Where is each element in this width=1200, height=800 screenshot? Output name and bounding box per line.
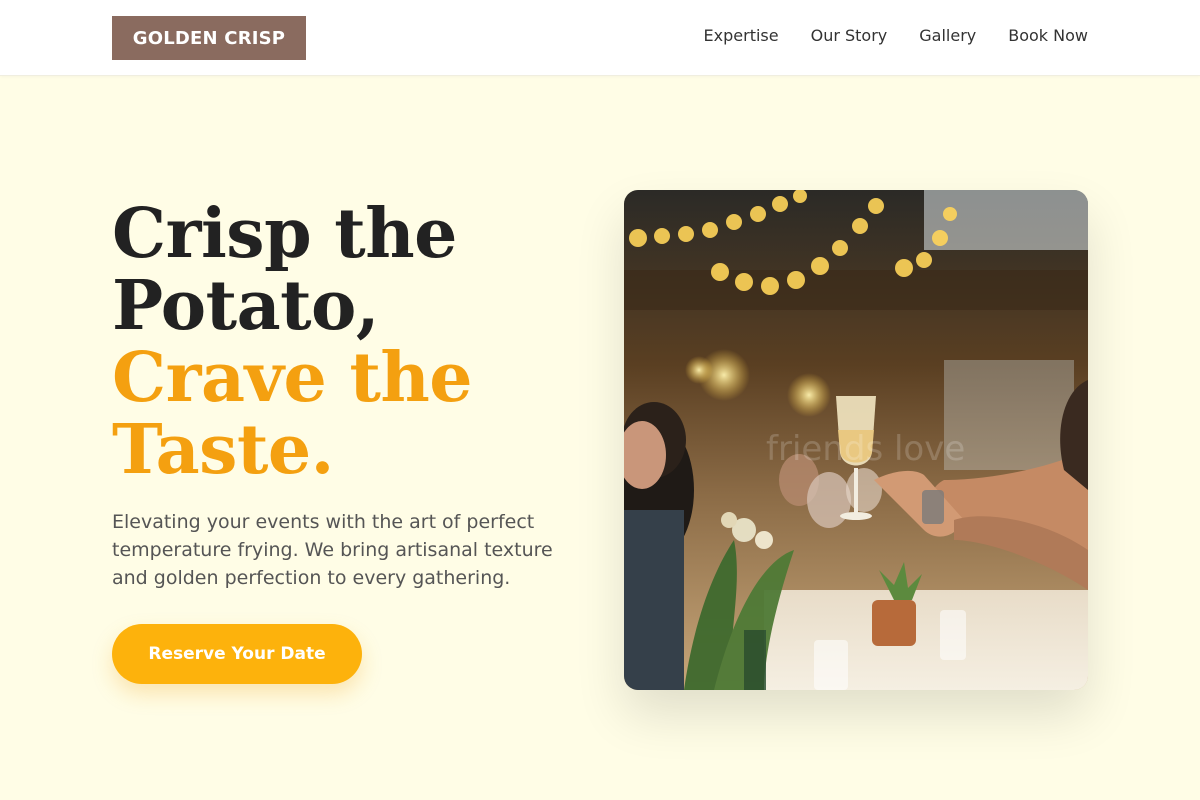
site-header: GOLDEN CRISP Expertise Our Story Gallery… xyxy=(0,0,1200,76)
hero-photo: friends love xyxy=(624,190,1088,690)
hero-title-line-1: Crisp the xyxy=(112,194,457,274)
reserve-date-button[interactable]: Reserve Your Date xyxy=(112,624,362,684)
hero-description: Elevating your events with the art of pe… xyxy=(112,511,553,589)
image-watermark: friends love xyxy=(766,429,965,469)
hero-title-accent-line-2: Taste. xyxy=(112,410,334,490)
nav-book-now[interactable]: Book Now xyxy=(1008,26,1088,45)
hero-title-accent-line-1: Crave the xyxy=(112,338,473,418)
main-nav: Expertise Our Story Gallery Book Now xyxy=(704,26,1088,45)
hero-title-line-2: Potato, xyxy=(112,266,380,346)
nav-expertise[interactable]: Expertise xyxy=(704,26,779,45)
hero-title: Crisp the Potato, Crave the Taste. xyxy=(112,194,473,490)
logo[interactable]: GOLDEN CRISP xyxy=(112,16,306,60)
nav-gallery[interactable]: Gallery xyxy=(919,26,976,45)
nav-our-story[interactable]: Our Story xyxy=(811,26,888,45)
event-toast-image: friends love xyxy=(624,190,1088,690)
